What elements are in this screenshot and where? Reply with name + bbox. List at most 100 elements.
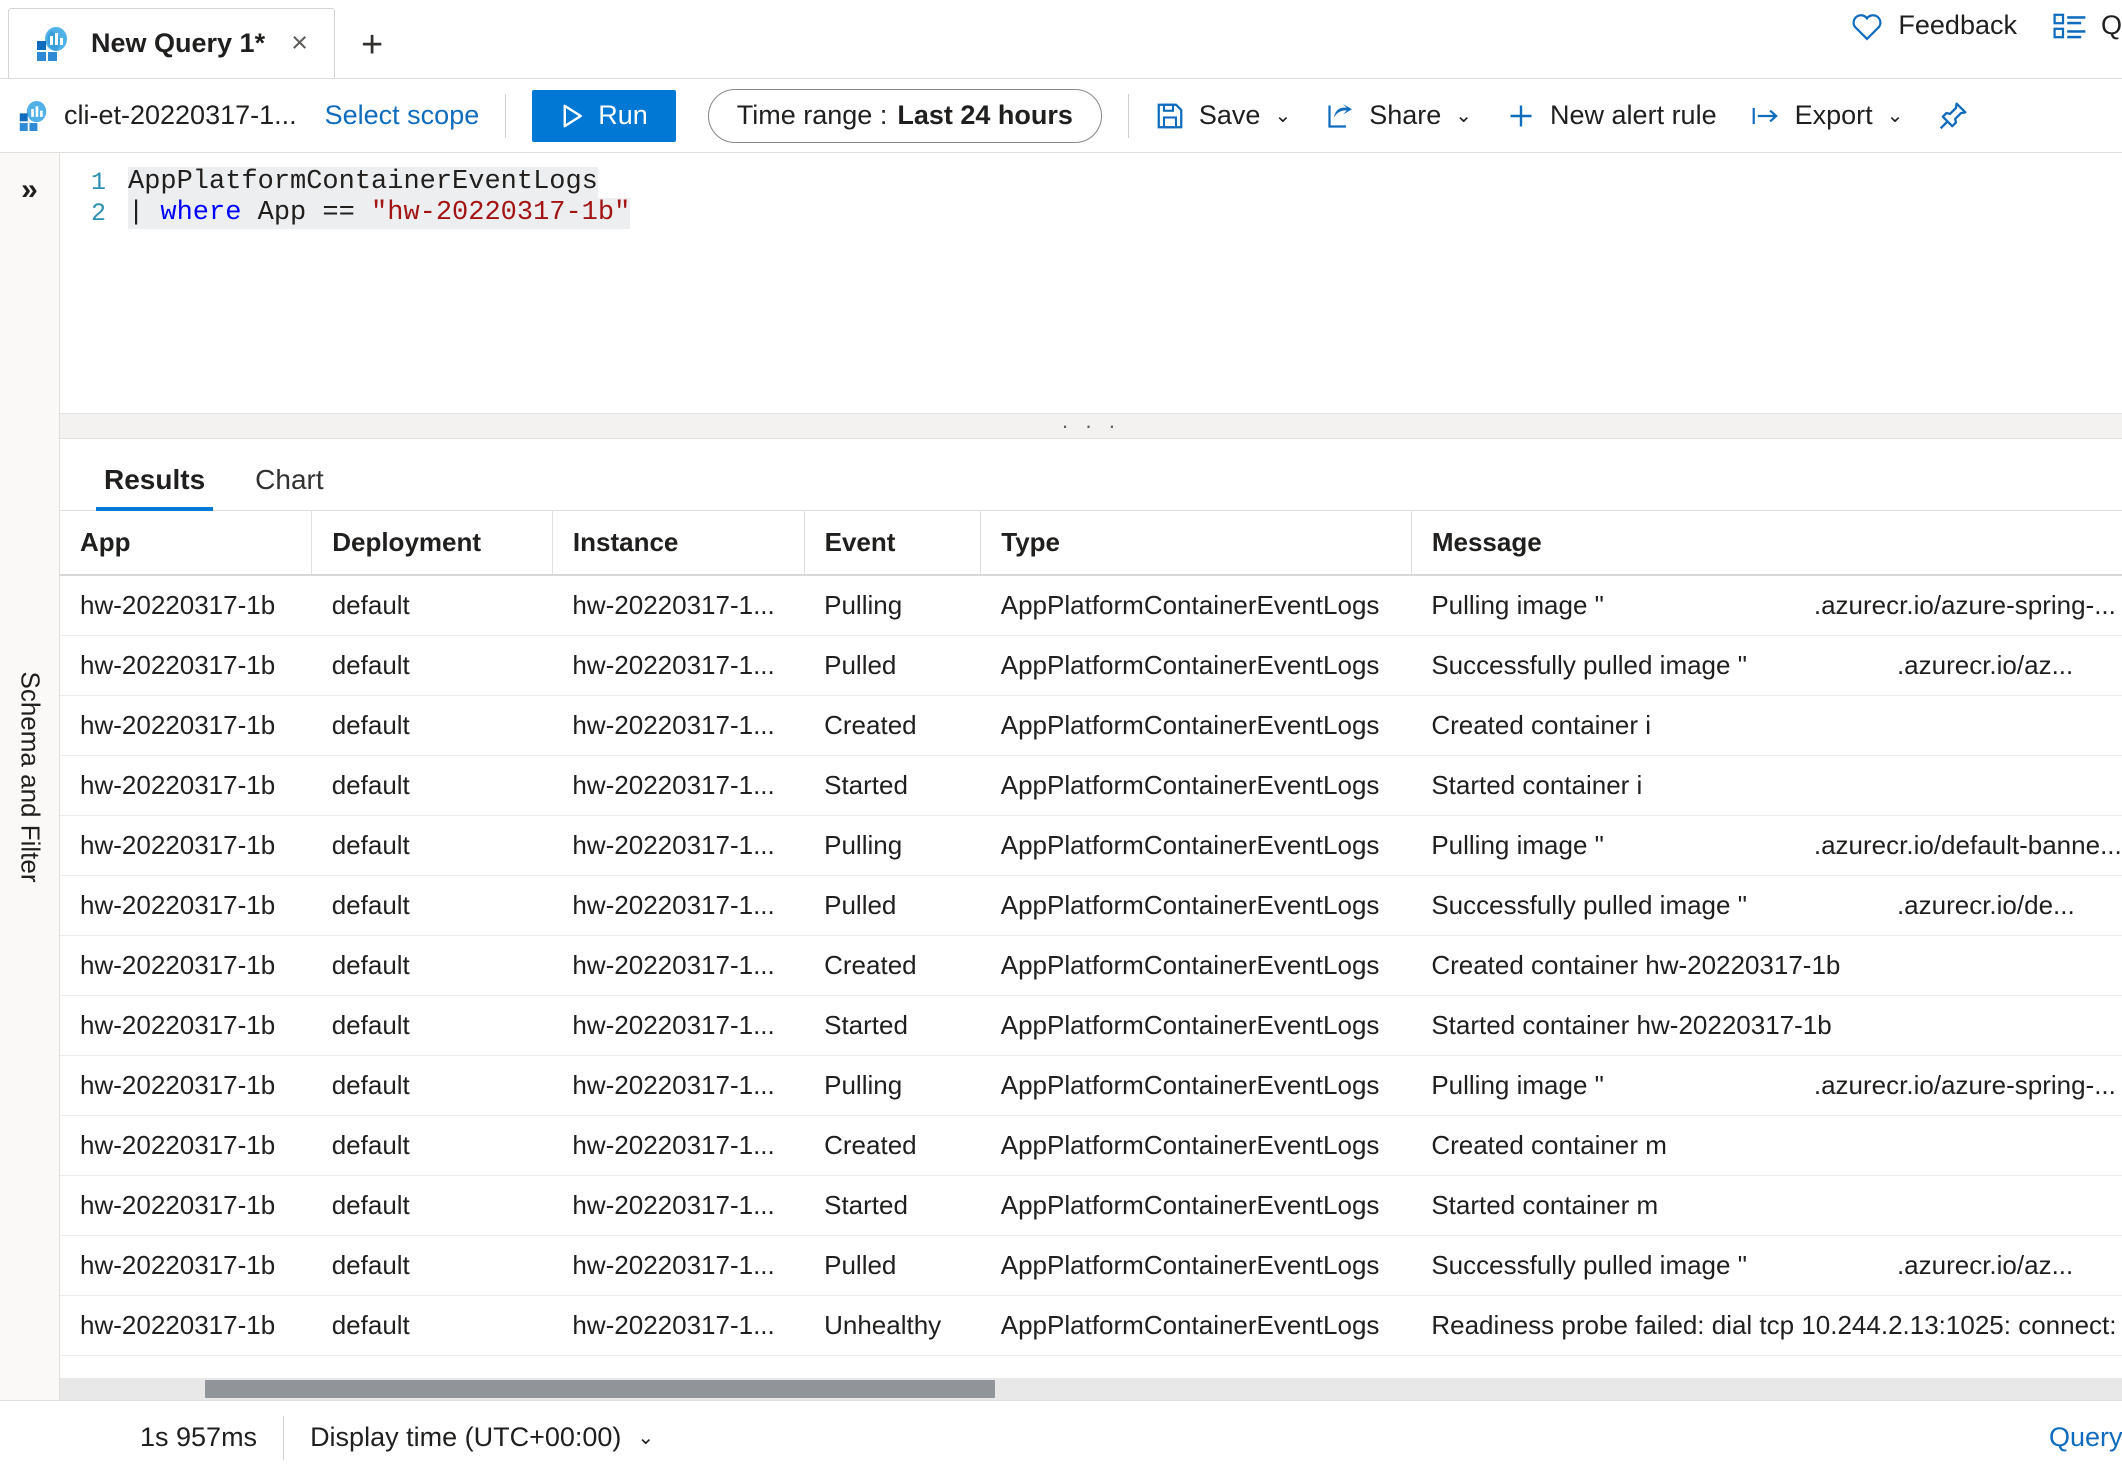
cell-event: Started — [804, 995, 981, 1056]
cell-type: AppPlatformContainerEventLogs — [980, 875, 1412, 936]
column-header-message[interactable]: Message — [1410, 511, 2122, 576]
divider — [1127, 93, 1129, 138]
message-registry-suffix: .azurecr.io/default-banne... — [1813, 830, 2122, 860]
message-registry-suffix: .azurecr.io/azure-spring-... — [1813, 590, 2116, 620]
message-text: Started container hw-20220317-1b — [1431, 1010, 1832, 1040]
cell-event: Created — [804, 935, 981, 996]
query-editor[interactable]: 1 AppPlatformContainerEventLogs 2 | wher… — [60, 153, 2122, 413]
table-row[interactable]: hw-20220317-1b default hw-20220317-1... Cre… — [60, 935, 2122, 996]
cell-instance: hw-20220317-1... — [552, 1055, 805, 1116]
cell-instance: hw-20220317-1... — [552, 1235, 805, 1296]
table-row[interactable]: hw-20220317-1b default hw-20220317-1... Unh… — [60, 1295, 2122, 1356]
schema-filter-rail[interactable]: » Schema and Filter — [0, 153, 60, 1400]
code-token-pipe: | — [128, 198, 161, 228]
main-content: 1 AppPlatformContainerEventLogs 2 | wher… — [60, 153, 2122, 1400]
save-button[interactable]: Save ⌄ — [1155, 100, 1291, 131]
cell-app: hw-20220317-1b — [60, 1115, 312, 1176]
queries-label: Q — [2100, 10, 2122, 40]
message-text: Readiness probe failed: dial tcp 10.244.… — [1431, 1310, 2122, 1340]
table-row[interactable]: hw-20220317-1b default hw-20220317-1... Pul… — [60, 875, 2122, 936]
table-row[interactable]: hw-20220317-1b default hw-20220317-1... Pul… — [60, 1055, 2122, 1116]
new-alert-rule-label: New alert rule — [1550, 100, 1717, 130]
cell-instance: hw-20220317-1... — [552, 935, 805, 996]
export-button[interactable]: Export ⌄ — [1751, 100, 1904, 131]
cell-app: hw-20220317-1b — [60, 755, 312, 816]
column-header-type[interactable]: Type — [980, 511, 1412, 576]
time-range-picker[interactable]: Time range : Last 24 hours — [707, 88, 1102, 143]
message-text: Created container i — [1431, 710, 1652, 740]
column-header-event[interactable]: Event — [803, 511, 981, 576]
cell-deployment: default — [311, 935, 553, 996]
cell-event: Pulled — [804, 875, 981, 936]
cell-message: Successfully pulled image " .azurecr.io/a… — [1411, 635, 2122, 696]
table-row[interactable]: hw-20220317-1b default hw-20220317-1... Cre… — [60, 695, 2122, 756]
share-arrow-icon — [1325, 101, 1355, 131]
cell-type: AppPlatformContainerEventLogs — [980, 1175, 1412, 1236]
message-text: Created container m — [1431, 1130, 1667, 1160]
table-row[interactable]: hw-20220317-1b default hw-20220317-1... Pul… — [60, 1235, 2122, 1296]
log-analytics-icon — [18, 100, 48, 131]
cell-message: Started container i — [1411, 755, 2122, 816]
column-header-instance[interactable]: Instance — [551, 511, 805, 576]
divider — [283, 1415, 285, 1460]
cell-type: AppPlatformContainerEventLogs — [980, 995, 1412, 1056]
table-row[interactable]: hw-20220317-1b default hw-20220317-1... Sta… — [60, 755, 2122, 816]
chevron-down-icon[interactable]: ⌄ — [1455, 103, 1472, 128]
table-row[interactable]: hw-20220317-1b default hw-20220317-1... Pul… — [60, 635, 2122, 696]
tab-chart[interactable]: Chart — [247, 464, 331, 510]
horizontal-scrollbar[interactable] — [60, 1378, 2122, 1400]
column-header-deployment[interactable]: Deployment — [311, 511, 553, 576]
pin-button[interactable] — [1937, 100, 1969, 132]
close-icon[interactable]: × — [287, 29, 312, 58]
cell-deployment: default — [311, 815, 553, 876]
results-panel: Results Chart App Deployment Instance Ev… — [60, 439, 2122, 1400]
new-alert-rule-button[interactable]: New alert rule — [1506, 100, 1717, 131]
share-button[interactable]: Share ⌄ — [1325, 100, 1472, 131]
double-chevron-right-icon[interactable]: » — [21, 173, 38, 207]
display-time-selector[interactable]: Display time (UTC+00:00) ⌄ — [310, 1422, 654, 1453]
table-row[interactable]: hw-20220317-1b default hw-20220317-1... Sta… — [60, 1175, 2122, 1236]
cell-deployment: default — [311, 1235, 553, 1296]
code-token-keyword: where — [160, 198, 242, 228]
cell-instance: hw-20220317-1... — [552, 995, 805, 1056]
scrollbar-thumb[interactable] — [205, 1380, 995, 1398]
chevron-down-icon[interactable]: ⌄ — [1274, 103, 1291, 128]
chevron-down-icon[interactable]: ⌄ — [637, 1425, 654, 1450]
query-details-link[interactable]: Query de — [2049, 1422, 2122, 1453]
run-button[interactable]: Run — [532, 89, 676, 142]
results-table-container[interactable]: App Deployment Instance Event Type Messa… — [60, 511, 2122, 1378]
export-arrow-icon — [1751, 103, 1781, 129]
code-token-string: "hw-20220317-1b" — [371, 198, 631, 228]
table-row[interactable]: hw-20220317-1b default hw-20220317-1... Pul… — [60, 815, 2122, 876]
tab-title: New Query 1* — [91, 28, 266, 58]
cell-app: hw-20220317-1b — [60, 1295, 312, 1356]
results-table: App Deployment Instance Event Type Messa… — [60, 511, 2122, 1356]
status-bar: 1s 957ms Display time (UTC+00:00) ⌄ Quer… — [0, 1400, 2122, 1474]
table-row[interactable]: hw-20220317-1b default hw-20220317-1... Pul… — [60, 575, 2122, 636]
pin-icon — [1937, 100, 1969, 132]
column-header-app[interactable]: App — [60, 511, 312, 576]
cell-event: Created — [804, 695, 981, 756]
queries-button[interactable]: Q — [2053, 10, 2122, 41]
panel-splitter[interactable]: · · · — [60, 413, 2122, 439]
divider — [505, 93, 507, 138]
chevron-down-icon[interactable]: ⌄ — [1887, 103, 1904, 128]
scope-selector[interactable]: cli-et-20220317-1... — [18, 100, 297, 131]
feedback-button[interactable]: Feedback — [1850, 10, 2017, 41]
cell-instance: hw-20220317-1... — [552, 575, 805, 636]
new-tab-button[interactable]: + — [361, 26, 383, 78]
cell-type: AppPlatformContainerEventLogs — [980, 1235, 1412, 1296]
message-registry-suffix: .azurecr.io/az... — [1896, 650, 2074, 680]
message-text: Pulling image " — [1431, 590, 1604, 620]
table-row[interactable]: hw-20220317-1b default hw-20220317-1... Sta… — [60, 995, 2122, 1056]
log-analytics-query-editor: New Query 1* × + Feedback Q cli-et-20220… — [0, 0, 2122, 1474]
select-scope-link[interactable]: Select scope — [325, 100, 480, 131]
cell-event: Pulling — [804, 575, 981, 636]
cell-type: AppPlatformContainerEventLogs — [980, 1055, 1412, 1116]
cell-message: Started container m — [1411, 1175, 2122, 1236]
cell-app: hw-20220317-1b — [60, 1175, 312, 1236]
tab-results[interactable]: Results — [96, 464, 214, 511]
table-row[interactable]: hw-20220317-1b default hw-20220317-1... Cre… — [60, 1115, 2122, 1176]
cell-app: hw-20220317-1b — [60, 575, 312, 636]
query-tab[interactable]: New Query 1* × — [8, 8, 336, 78]
